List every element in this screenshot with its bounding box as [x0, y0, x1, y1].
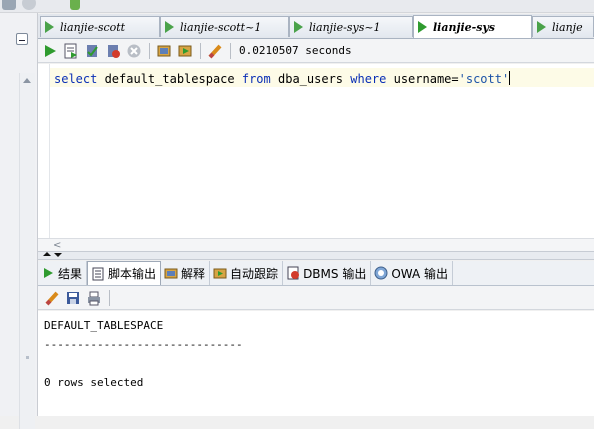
- tab-label: 自动跟踪: [230, 266, 279, 281]
- expand-up-icon[interactable]: [43, 252, 51, 256]
- sql-text: dba_users: [270, 72, 351, 86]
- script-output-icon: [91, 267, 105, 281]
- sql-text: username=: [386, 72, 459, 86]
- sql-text: default_tablespace: [97, 72, 242, 86]
- tab-label: 结果: [58, 266, 83, 281]
- sql-editor[interactable]: select default_tablespace from dba_users…: [38, 64, 594, 238]
- tab-label: OWA 输出: [391, 266, 449, 281]
- clear-output-icon[interactable]: [44, 290, 60, 306]
- explain-icon: [164, 266, 178, 280]
- toolbar-divider: [230, 42, 231, 59]
- toolbar-divider: [149, 42, 150, 59]
- text-caret: [509, 71, 511, 85]
- autotrace-icon: [213, 266, 227, 280]
- tab-label: lianjie-sys~1: [309, 20, 381, 34]
- tab-label: lianje: [552, 20, 583, 34]
- play-icon: [41, 266, 55, 280]
- sql-worksheet-icon: [165, 21, 174, 33]
- tab-label: 解释: [181, 266, 206, 281]
- output-line: ​: [44, 354, 243, 373]
- output-toolbar: [38, 286, 594, 310]
- cancel-icon[interactable]: [22, 0, 36, 10]
- pane-splitter[interactable]: [38, 251, 594, 260]
- top-toolbar-strip: [0, 0, 594, 13]
- sql-worksheet-icon: [418, 21, 427, 33]
- left-panel: [0, 13, 38, 429]
- cancel-icon[interactable]: [126, 43, 142, 59]
- tab-label: lianjie-scott~1: [180, 20, 262, 34]
- tab-owa-output[interactable]: OWA 输出: [371, 261, 454, 285]
- rollback-icon[interactable]: [105, 43, 121, 59]
- tab-lianjie-scott[interactable]: lianjie-scott: [40, 16, 160, 37]
- worksheet-toolbar: 0.0210507 seconds: [38, 39, 594, 63]
- tab-lianjie-sys[interactable]: lianjie-sys: [413, 15, 532, 38]
- sql-keyword: select: [54, 72, 98, 86]
- tab-label: DBMS 输出: [303, 266, 367, 281]
- tab-label: lianjie-sys: [433, 20, 495, 34]
- editor-horizontal-scrollbar[interactable]: <: [38, 238, 594, 251]
- tab-explain[interactable]: 解释: [161, 261, 211, 285]
- output-line: DEFAULT_TABLESPACE: [44, 319, 164, 332]
- expand-down-icon[interactable]: [54, 253, 62, 257]
- commit-icon[interactable]: [84, 43, 100, 59]
- clear-icon[interactable]: [207, 43, 223, 59]
- sql-worksheet-icon: [45, 21, 54, 33]
- run-icon[interactable]: [70, 0, 80, 10]
- output-line: ------------------------------: [44, 338, 243, 351]
- run-script-icon[interactable]: [63, 43, 79, 59]
- sql-tuning-icon[interactable]: [156, 43, 172, 59]
- tab-lianjie-overflow[interactable]: lianje: [532, 16, 594, 37]
- tab-lianjie-scott-1[interactable]: lianjie-scott~1: [160, 16, 289, 37]
- editor-tab-bar: lianjie-scott lianjie-scott~1 lianjie-sy…: [38, 14, 594, 39]
- owa-output-icon: [374, 266, 388, 280]
- tab-label: 脚本输出: [108, 267, 157, 281]
- sql-keyword: where: [350, 72, 387, 86]
- unshared-sql-icon[interactable]: [177, 43, 193, 59]
- minimize-button[interactable]: [16, 33, 28, 45]
- sql-keyword: from: [241, 72, 271, 86]
- print-icon[interactable]: [86, 290, 102, 306]
- tab-results[interactable]: 结果: [38, 261, 88, 285]
- results-tab-bar: 结果 脚本输出 解释 自动跟踪 DBMS 输出 OWA 输出: [38, 261, 594, 286]
- tab-lianjie-sys-1[interactable]: lianjie-sys~1: [289, 16, 413, 37]
- tab-script-output[interactable]: 脚本输出: [87, 261, 162, 285]
- sql-statement[interactable]: select default_tablespace from dba_users…: [54, 71, 511, 86]
- scroll-left-icon[interactable]: <: [53, 240, 61, 251]
- sql-string-literal: 'scott': [458, 72, 510, 86]
- output-line: 0 rows selected: [44, 376, 144, 389]
- left-scrollbar[interactable]: [19, 73, 35, 429]
- window-icon[interactable]: [2, 0, 16, 10]
- toolbar-divider: [200, 42, 201, 59]
- scroll-thumb[interactable]: [26, 356, 29, 359]
- tab-autotrace[interactable]: 自动跟踪: [210, 261, 284, 285]
- sql-worksheet-icon: [537, 21, 546, 33]
- scroll-up-icon[interactable]: [23, 78, 31, 83]
- editor-gutter: [49, 64, 50, 238]
- execution-time: 0.0210507 seconds: [239, 44, 352, 57]
- sql-worksheet-icon: [294, 21, 303, 33]
- run-statement-icon[interactable]: [42, 43, 58, 59]
- tab-dbms-output[interactable]: DBMS 输出: [283, 261, 372, 285]
- script-output-panel[interactable]: DEFAULT_TABLESPACE ----------------------…: [38, 311, 594, 416]
- tab-label: lianjie-scott: [60, 20, 126, 34]
- dbms-output-icon: [286, 266, 300, 280]
- save-icon[interactable]: [65, 290, 81, 306]
- toolbar-divider: [109, 289, 110, 306]
- script-output-text: DEFAULT_TABLESPACE ----------------------…: [44, 316, 243, 392]
